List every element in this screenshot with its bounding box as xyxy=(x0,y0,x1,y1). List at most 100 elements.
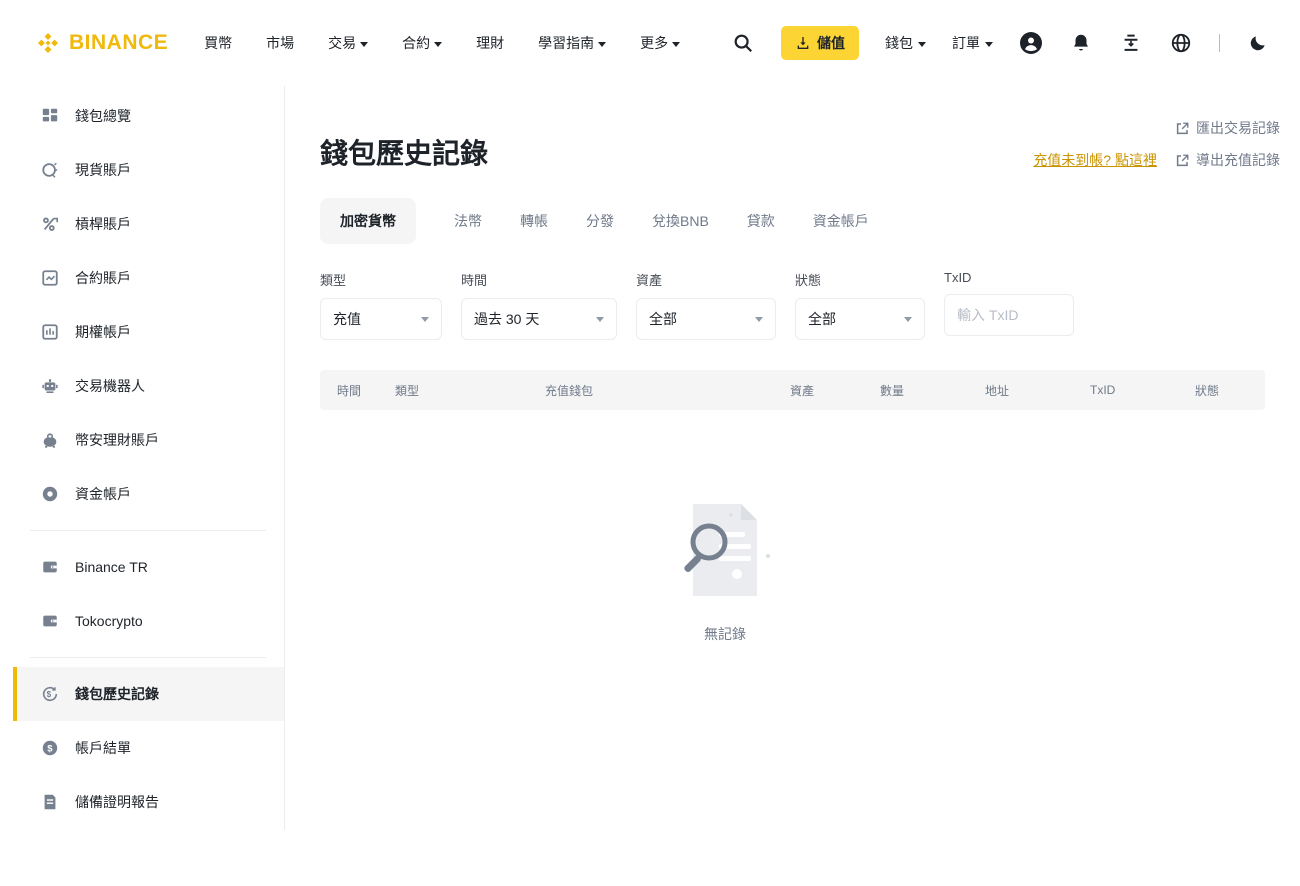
filter-txid-label: TxID xyxy=(944,270,1074,285)
futures-chart-icon xyxy=(40,268,60,288)
status-select[interactable]: 全部 xyxy=(795,298,925,340)
statement-dollar-icon: $ xyxy=(40,738,60,758)
sidebar-item-label: Binance TR xyxy=(75,559,148,575)
chevron-down-icon xyxy=(918,42,926,47)
history-dollar-icon: $ xyxy=(40,684,60,704)
deposit-button[interactable]: 儲值 xyxy=(781,26,859,60)
chevron-down-icon xyxy=(904,317,912,322)
sidebar-item-futures-account[interactable]: 合約賬戶 xyxy=(13,251,284,305)
filter-status: 狀態 全部 xyxy=(795,270,925,340)
earn-piggy-icon xyxy=(40,430,60,450)
export-icon xyxy=(1175,153,1190,168)
sidebar-item-wallet-history[interactable]: $ 錢包歷史記錄 xyxy=(13,667,284,721)
filter-asset-label: 資產 xyxy=(636,270,776,289)
column-type: 類型 xyxy=(378,382,528,399)
svg-text:$: $ xyxy=(47,690,52,699)
sidebar-divider xyxy=(30,530,266,531)
sidebar-item-binance-tr[interactable]: Binance TR xyxy=(13,540,284,594)
search-icon[interactable] xyxy=(731,31,755,55)
sidebar-item-options-account[interactable]: 期權帳戶 xyxy=(13,305,284,359)
chevron-down-icon xyxy=(755,317,763,322)
sidebar-item-account-statement[interactable]: $ 帳戶結單 xyxy=(13,721,284,775)
header-links: 匯出交易記錄 充值未到帳? 點這裡 導出充值記錄 xyxy=(1033,114,1280,170)
options-chart-icon xyxy=(40,322,60,342)
wallet-menu[interactable]: 錢包 xyxy=(885,33,926,53)
nav-futures[interactable]: 合約 xyxy=(402,33,442,53)
wallet-sidebar: 錢包總覽 現貨賬戶 槓桿賬戶 合約賬戶 期權帳戶 交易機器人 幣安理財賬戶 資 xyxy=(0,86,285,830)
nav-trade[interactable]: 交易 xyxy=(328,33,368,53)
download-icon xyxy=(795,35,811,51)
nav-earn[interactable]: 理財 xyxy=(476,33,504,53)
column-deposit-wallet: 充值錢包 xyxy=(528,382,773,399)
notifications-bell-icon[interactable] xyxy=(1069,31,1093,55)
nav-buy-crypto[interactable]: 買幣 xyxy=(204,33,232,53)
history-tabs: 加密貨幣 法幣 轉帳 分發 兌換BNB 貸款 資金帳戶 xyxy=(320,198,1280,244)
filter-asset: 資產 全部 xyxy=(636,270,776,340)
table-header: 時間 類型 充值錢包 資產 數量 地址 TxID 狀態 xyxy=(320,370,1265,410)
asset-select-value: 全部 xyxy=(649,309,677,329)
download-app-icon[interactable] xyxy=(1119,31,1143,55)
title-row: 錢包歷史記錄 匯出交易記錄 充值未到帳? 點這裡 導出充值記錄 xyxy=(320,114,1280,172)
svg-text:$: $ xyxy=(47,743,53,754)
time-select-value: 過去 30 天 xyxy=(474,309,539,329)
sidebar-item-margin-account[interactable]: 槓桿賬戶 xyxy=(13,197,284,251)
sidebar-item-trading-bots[interactable]: 交易機器人 xyxy=(13,359,284,413)
chevron-down-icon xyxy=(421,317,429,322)
tab-convert-bnb[interactable]: 兌換BNB xyxy=(652,198,709,244)
language-globe-icon[interactable] xyxy=(1169,31,1193,55)
spot-coin-icon xyxy=(40,160,60,180)
sidebar-item-label: 期權帳戶 xyxy=(75,322,131,342)
export-icon xyxy=(1175,121,1190,136)
column-asset: 資產 xyxy=(773,382,863,399)
sidebar-item-proof-of-reserves[interactable]: 儲備證明報告 xyxy=(13,775,284,829)
column-status: 狀態 xyxy=(1178,382,1265,399)
chevron-down-icon xyxy=(598,42,606,47)
empty-state: 無記錄 xyxy=(320,498,1130,644)
orders-menu[interactable]: 訂單 xyxy=(952,33,993,53)
logo-text: BINANCE xyxy=(69,31,168,55)
sidebar-item-wallet-overview[interactable]: 錢包總覽 xyxy=(13,89,284,143)
primary-nav: 買幣 市場 交易 合約 理財 學習指南 更多 xyxy=(204,33,680,53)
txid-input[interactable] xyxy=(944,294,1074,336)
filter-type: 類型 充值 xyxy=(320,270,442,340)
sidebar-item-funding-account[interactable]: 資金帳戶 xyxy=(13,467,284,521)
tab-loan[interactable]: 貸款 xyxy=(747,198,775,244)
user-profile-icon[interactable] xyxy=(1019,31,1043,55)
tab-funding-account[interactable]: 資金帳戶 xyxy=(813,198,869,244)
overview-grid-icon xyxy=(40,106,60,126)
column-txid: TxID xyxy=(1073,383,1178,397)
nav-markets[interactable]: 市場 xyxy=(266,33,294,53)
asset-select[interactable]: 全部 xyxy=(636,298,776,340)
sidebar-item-tokocrypto[interactable]: Tokocrypto xyxy=(13,594,284,648)
time-select[interactable]: 過去 30 天 xyxy=(461,298,617,340)
export-deposits-link[interactable]: 導出充值記錄 xyxy=(1175,150,1280,170)
sidebar-item-label: 儲備證明報告 xyxy=(75,792,159,812)
sidebar-item-label: 幣安理財賬戶 xyxy=(75,430,159,450)
margin-percent-icon xyxy=(40,214,60,234)
filter-time: 時間 過去 30 天 xyxy=(461,270,617,340)
chevron-down-icon xyxy=(360,42,368,47)
type-select[interactable]: 充值 xyxy=(320,298,442,340)
tab-transfer[interactable]: 轉帳 xyxy=(520,198,548,244)
top-right-actions: 儲值 錢包 訂單 xyxy=(731,26,1270,60)
wallet-icon xyxy=(40,611,60,631)
type-select-value: 充值 xyxy=(333,309,361,329)
sidebar-item-spot-account[interactable]: 現貨賬戶 xyxy=(13,143,284,197)
wallet-icon xyxy=(40,557,60,577)
export-trades-link[interactable]: 匯出交易記錄 xyxy=(1175,118,1280,138)
tab-fiat[interactable]: 法幣 xyxy=(454,198,482,244)
deposit-not-arrived-link[interactable]: 充值未到帳? 點這裡 xyxy=(1033,150,1157,170)
status-select-value: 全部 xyxy=(808,309,836,329)
nav-academy[interactable]: 學習指南 xyxy=(538,33,606,53)
empty-state-text: 無記錄 xyxy=(704,624,746,644)
binance-logo[interactable]: BINANCE xyxy=(35,30,168,56)
sidebar-item-label: 錢包總覽 xyxy=(75,106,131,126)
tab-crypto[interactable]: 加密貨幣 xyxy=(320,198,416,244)
tab-distribution[interactable]: 分發 xyxy=(586,198,614,244)
nav-more[interactable]: 更多 xyxy=(640,33,680,53)
chevron-down-icon xyxy=(985,42,993,47)
column-amount: 數量 xyxy=(863,382,968,399)
sidebar-item-earn-account[interactable]: 幣安理財賬戶 xyxy=(13,413,284,467)
filter-status-label: 狀態 xyxy=(795,270,925,289)
theme-moon-icon[interactable] xyxy=(1246,31,1270,55)
